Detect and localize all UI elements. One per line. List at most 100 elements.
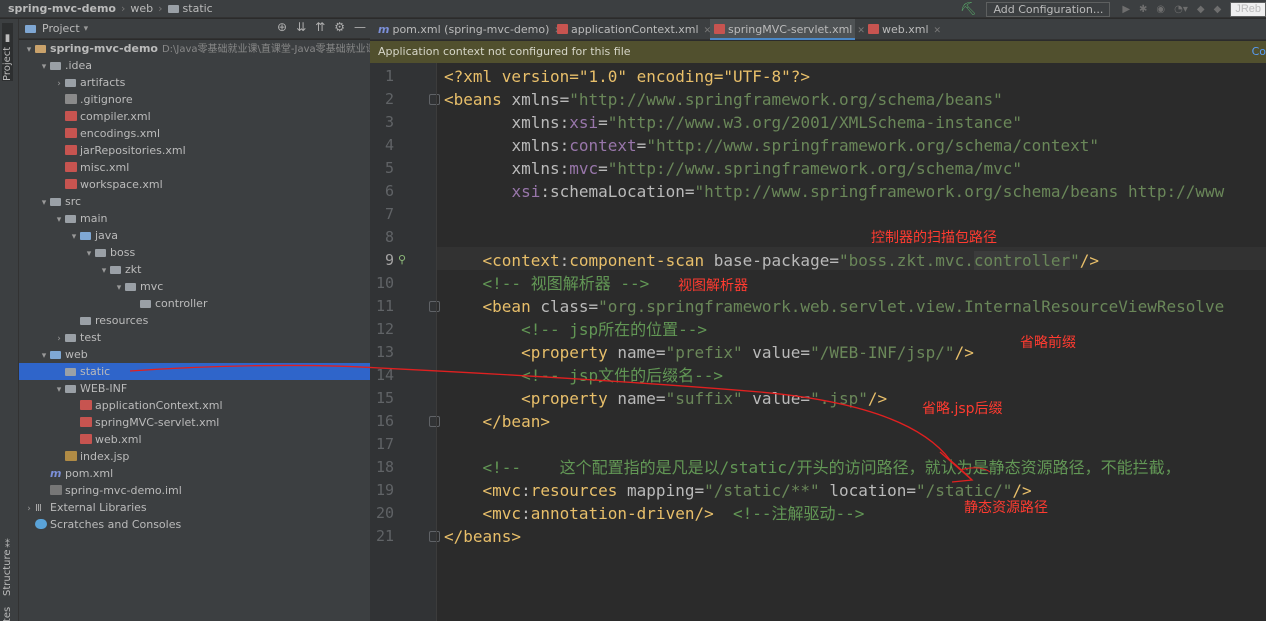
scratches-icon [35,519,47,529]
tree-node-label: applicationContext.xml [95,399,223,412]
editor-tab[interactable]: web.xml ✕ [864,19,944,40]
tree-node-label: .idea [65,59,93,72]
xml-file-icon [80,417,92,427]
debug-icon[interactable]: ✱ [1139,4,1147,15]
jrebel-run-icon[interactable]: ◆ [1197,4,1205,15]
build-hammer-icon[interactable]: ⛏ [960,2,977,17]
structure-tool-tab[interactable]: Structure ⁑ [2,534,13,596]
tree-node[interactable]: Scratches and Consoles [19,516,370,533]
line-number: 5 [384,159,394,177]
add-configuration-button[interactable]: Add Configuration... [986,1,1111,17]
tree-node[interactable]: jarRepositories.xml [19,142,370,159]
code-line: xmlns:xsi="http://www.w3.org/2001/XMLSch… [444,111,1022,134]
tree-node[interactable]: ▾ .idea [19,57,370,74]
coverage-icon[interactable]: ◉ [1156,4,1165,15]
breadcrumb-separator: › [120,2,126,15]
tree-node[interactable]: controller [19,295,370,312]
folder-icon [50,351,61,359]
tree-node[interactable]: static [19,363,370,380]
tree-node[interactable]: ▾ java [19,227,370,244]
banner-message: Application context not configured for t… [378,45,631,58]
tree-node[interactable]: ▾ boss [19,244,370,261]
code-line: <!-- 这个配置指的是凡是以/static/开头的访问路径，就认为是静态资源路… [444,456,1181,479]
code-token: "org.springframework.web.servlet.view.In… [598,297,1225,316]
tree-node[interactable]: › Ⅲ External Libraries [19,499,370,516]
tree-node[interactable]: › artifacts [19,74,370,91]
folder-icon [110,266,121,274]
tree-node[interactable]: ▾ zkt [19,261,370,278]
project-view-title[interactable]: Project [42,22,80,35]
expand-all-icon[interactable]: ⇊ [296,20,306,34]
editor-tab[interactable]: applicationContext.xml ✕ [553,19,711,40]
tree-node[interactable]: index.jsp [19,448,370,465]
tree-node[interactable]: encodings.xml [19,125,370,142]
left-tool-strip: Project ▮ Structure ⁑ vorites [0,19,19,621]
jrebel-debug-icon[interactable]: ◆ [1214,4,1222,15]
close-tab-icon[interactable]: ✕ [934,26,942,36]
tree-node[interactable]: resources [19,312,370,329]
tree-node-label: misc.xml [80,161,130,174]
run-icon[interactable]: ▶ [1122,4,1130,15]
tree-node-label: springMVC-servlet.xml [95,416,220,429]
tree-node-label: resources [95,314,149,327]
profile-icon[interactable]: ◔▾ [1174,4,1188,15]
breadcrumb-static[interactable]: static [183,2,213,15]
code-line: <mvc:resources mapping="/static/**" loca… [444,479,1032,502]
code-token: <context [482,251,560,270]
structure-tool-tab-label: Structure [2,549,13,596]
code-token: <property [521,389,618,408]
code-line: <mvc:annotation-driven/> <!--注解驱动--> [444,502,865,525]
code-line: <context:component-scan base-package="bo… [444,249,1099,272]
code-editor[interactable]: 1 2 3 4 5 6 7 8 9 ⚲ 10 11 12 13 14 15 16 17 18 19 20 21 <?xml… [370,63,1266,621]
locate-file-icon[interactable]: ⊕ [277,20,287,34]
tree-node[interactable]: .gitignore [19,91,370,108]
settings-gear-icon[interactable]: ⚙ [334,20,345,34]
line-number-gutter: 1 2 3 4 5 6 7 8 9 ⚲ 10 11 12 13 14 15 16 17 18 19 20 21 [370,63,440,621]
tree-node[interactable]: ▾ web [19,346,370,363]
tree-node[interactable]: misc.xml [19,159,370,176]
tree-node[interactable]: ▾ mvc [19,278,370,295]
component-scan-gutter-icon[interactable]: ⚲ [398,253,406,266]
code-line: <beans xmlns="http://www.springframework… [444,88,1003,111]
tree-node[interactable]: web.xml [19,431,370,448]
fold-marker-icon[interactable] [429,416,440,427]
tree-node[interactable]: ▾ WEB-INF [19,380,370,397]
collapse-all-icon[interactable]: ⇈ [315,20,325,34]
tree-node[interactable]: ▾ src [19,193,370,210]
tree-node[interactable]: applicationContext.xml [19,397,370,414]
jrebel-button[interactable]: JReb [1230,1,1266,17]
breadcrumb-project[interactable]: spring-mvc-demo [8,2,116,15]
editor-tab[interactable]: springMVC-servlet.xml ✕ [710,19,865,40]
fold-marker-icon[interactable] [429,94,440,105]
configure-link[interactable]: Co [1252,41,1266,63]
code-token: :schemaLocation= [540,182,695,201]
fold-marker-icon[interactable] [429,301,440,312]
line-number: 14 [375,366,394,384]
tree-node[interactable]: spring-mvc-demo.iml [19,482,370,499]
code-token: "http://www.springframework.org/schema/b… [569,90,1003,109]
tree-node[interactable]: ▾ main [19,210,370,227]
folder-icon [80,317,91,325]
tree-node[interactable]: m pom.xml [19,465,370,482]
tree-node[interactable]: › test [19,329,370,346]
tree-node-label: pom.xml [65,467,114,480]
favorites-tool-tab[interactable]: vorites [2,607,13,621]
tree-node[interactable]: ▾ spring-mvc-demo D:\Java零基础就业课\直课堂-Java零基… [19,40,370,57]
editor-tab[interactable]: mpom.xml (spring-mvc-demo)✕ [374,19,562,40]
code-token: "suffix" [665,389,753,408]
tree-node-label: java [95,229,119,242]
jsp-file-icon [65,451,77,461]
hide-panel-icon[interactable]: — [354,20,366,34]
tree-node[interactable]: springMVC-servlet.xml [19,414,370,431]
code-token: value= [752,343,811,362]
project-view-dropdown-icon[interactable]: ▾ [84,24,89,34]
tree-node-label: zkt [125,263,142,276]
code-token: <bean [482,297,541,316]
fold-marker-icon[interactable] [429,531,440,542]
breadcrumb-web[interactable]: web [130,2,153,15]
tree-node[interactable]: workspace.xml [19,176,370,193]
project-tool-tab[interactable]: Project ▮ [2,23,13,81]
tree-node[interactable]: compiler.xml [19,108,370,125]
